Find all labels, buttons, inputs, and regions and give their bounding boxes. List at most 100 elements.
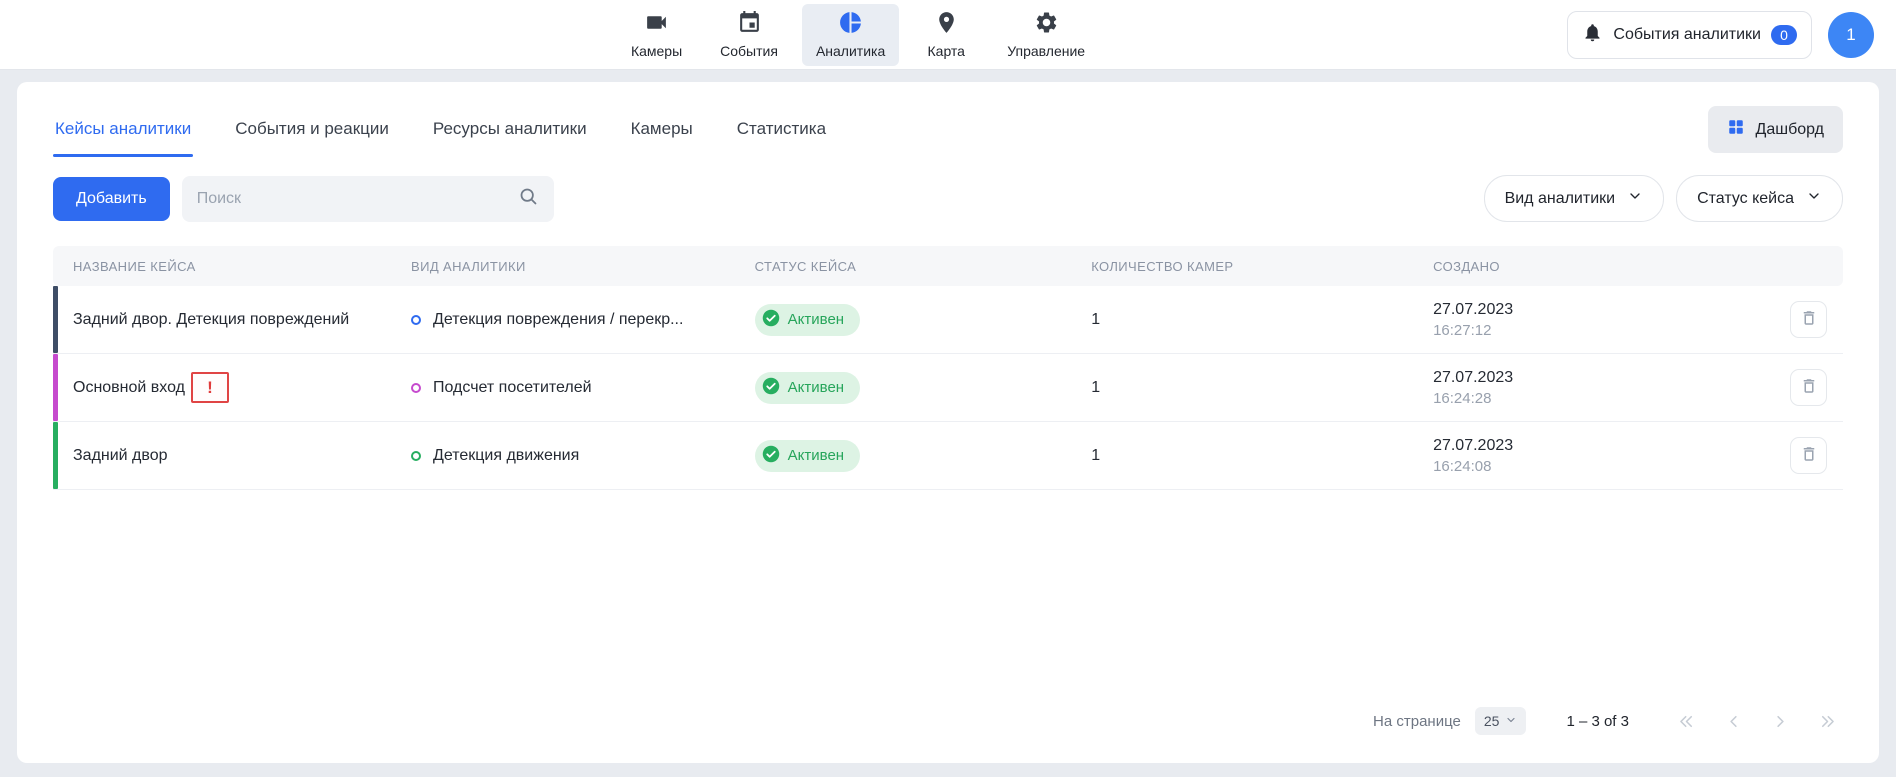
camera-count: 1: [1091, 311, 1433, 329]
camera-count: 1: [1091, 379, 1433, 397]
analytics-type: Детекция движения: [411, 447, 755, 465]
notification-badge: 0: [1771, 25, 1797, 45]
filter-case-status-label: Статус кейса: [1697, 190, 1794, 208]
dashboard-button-label: Дашборд: [1756, 121, 1825, 139]
tabs: Кейсы аналитики События и реакции Ресурс…: [53, 115, 828, 157]
delete-case-button[interactable]: [1790, 301, 1827, 338]
created-at: 27.07.2023 16:24:28: [1433, 369, 1755, 407]
analytics-type-dot: [411, 315, 421, 325]
top-navigation-bar: Камеры События Аналитика Карта Управлени…: [0, 0, 1896, 70]
dashboard-grid-icon: [1727, 118, 1745, 141]
analytics-events-button[interactable]: События аналитики 0: [1567, 11, 1812, 59]
status-badge: Активен: [755, 372, 860, 404]
row-accent-bar: [53, 354, 58, 421]
nav-item-map[interactable]: Карта: [909, 4, 983, 66]
status-check-icon: [762, 445, 780, 467]
row-accent-bar: [53, 422, 58, 489]
pagination-arrows: [1675, 710, 1839, 733]
search-input[interactable]: [197, 190, 518, 208]
cases-table: НАЗВАНИЕ КЕЙСА ВИД АНАЛИТИКИ СТАТУС КЕЙС…: [53, 246, 1843, 490]
column-header-name: НАЗВАНИЕ КЕЙСА: [53, 259, 411, 274]
status-badge: Активен: [755, 304, 860, 336]
trash-icon: [1800, 445, 1818, 466]
map-icon: [934, 10, 959, 40]
case-name: Задний двор. Детекция повреждений: [53, 311, 411, 329]
case-name: Задний двор: [53, 447, 411, 465]
trash-icon: [1800, 309, 1818, 330]
column-header-status: СТАТУС КЕЙСА: [755, 259, 1092, 274]
row-actions: [1755, 437, 1843, 474]
per-page-chevron-icon: [1505, 713, 1517, 729]
column-header-type: ВИД АНАЛИТИКИ: [411, 259, 755, 274]
row-actions: [1755, 301, 1843, 338]
filter-analytics-type[interactable]: Вид аналитики: [1484, 175, 1665, 222]
analytics-icon: [838, 10, 863, 40]
nav-item-analytics[interactable]: Аналитика: [802, 4, 899, 66]
status-check-icon: [762, 309, 780, 331]
nav-item-events[interactable]: События: [706, 4, 792, 66]
column-header-created: СОЗДАНО: [1433, 259, 1755, 274]
filter-analytics-type-label: Вид аналитики: [1505, 190, 1616, 208]
last-page-icon[interactable]: [1816, 710, 1839, 733]
chevron-down-icon: [1627, 188, 1643, 209]
row-accent-bar: [53, 286, 58, 353]
nav-item-label: Аналитика: [816, 43, 885, 59]
tab-events-reactions[interactable]: События и реакции: [233, 115, 391, 157]
table-row[interactable]: Задний двор Детекция движения Активен 1: [53, 422, 1843, 490]
analytics-events-label: События аналитики: [1613, 26, 1761, 44]
camera-count: 1: [1091, 447, 1433, 465]
camera-icon: [644, 10, 669, 40]
analytics-type-dot: [411, 383, 421, 393]
status-check-icon: [762, 377, 780, 399]
topbar-right: События аналитики 0 1: [1567, 0, 1874, 70]
nav-item-management[interactable]: Управление: [993, 4, 1099, 66]
analytics-cases-card: Кейсы аналитики События и реакции Ресурс…: [17, 82, 1879, 763]
filter-case-status[interactable]: Статус кейса: [1676, 175, 1843, 222]
delete-case-button[interactable]: [1790, 369, 1827, 406]
trash-icon: [1800, 377, 1818, 398]
created-at: 27.07.2023 16:24:08: [1433, 437, 1755, 475]
row-actions: [1755, 369, 1843, 406]
tab-analytics-resources[interactable]: Ресурсы аналитики: [431, 115, 589, 157]
delete-case-button[interactable]: [1790, 437, 1827, 474]
table-header: НАЗВАНИЕ КЕЙСА ВИД АНАЛИТИКИ СТАТУС КЕЙС…: [53, 246, 1843, 286]
case-status-cell: Активен: [755, 440, 1092, 472]
nav-item-label: События: [720, 43, 778, 59]
tab-cameras[interactable]: Камеры: [629, 115, 695, 157]
per-page-label: На странице: [1373, 713, 1461, 730]
nav-item-label: Управление: [1007, 43, 1085, 59]
analytics-type-dot: [411, 451, 421, 461]
dashboard-button[interactable]: Дашборд: [1708, 106, 1844, 153]
nav-item-cameras[interactable]: Камеры: [617, 4, 696, 66]
page-background: Кейсы аналитики События и реакции Ресурс…: [0, 70, 1896, 777]
tabs-row: Кейсы аналитики События и реакции Ресурс…: [53, 82, 1843, 165]
add-case-button[interactable]: Добавить: [53, 177, 170, 221]
case-name: Основной вход !: [53, 372, 411, 403]
table-row[interactable]: Задний двор. Детекция повреждений Детекц…: [53, 286, 1843, 354]
pagination-range: 1 – 3 of 3: [1566, 713, 1629, 730]
gear-icon: [1034, 10, 1059, 40]
user-avatar[interactable]: 1: [1828, 12, 1874, 58]
events-icon: [737, 10, 762, 40]
warning-icon: !: [191, 372, 229, 403]
tab-statistics[interactable]: Статистика: [735, 115, 828, 157]
analytics-type: Детекция повреждения / перекр...: [411, 311, 755, 329]
first-page-icon[interactable]: [1675, 710, 1698, 733]
tab-analytics-cases[interactable]: Кейсы аналитики: [53, 115, 193, 157]
search-icon: [518, 186, 539, 212]
pagination: На странице 25 1 – 3 of 3: [53, 689, 1843, 753]
main-nav: Камеры События Аналитика Карта Управлени…: [617, 0, 1099, 69]
case-status-cell: Активен: [755, 304, 1092, 336]
toolbar: Добавить Вид аналитики Статус кейса: [53, 175, 1843, 222]
column-header-cameras: КОЛИЧЕСТВО КАМЕР: [1091, 259, 1433, 274]
search-box: [182, 176, 554, 222]
created-at: 27.07.2023 16:27:12: [1433, 301, 1755, 339]
next-page-icon[interactable]: [1769, 710, 1792, 733]
table-row[interactable]: Основной вход ! Подсчет посетителей Акти…: [53, 354, 1843, 422]
bell-icon: [1582, 22, 1603, 48]
per-page-select[interactable]: 25: [1475, 707, 1527, 735]
prev-page-icon[interactable]: [1722, 710, 1745, 733]
status-badge: Активен: [755, 440, 860, 472]
analytics-type: Подсчет посетителей: [411, 379, 755, 397]
case-status-cell: Активен: [755, 372, 1092, 404]
